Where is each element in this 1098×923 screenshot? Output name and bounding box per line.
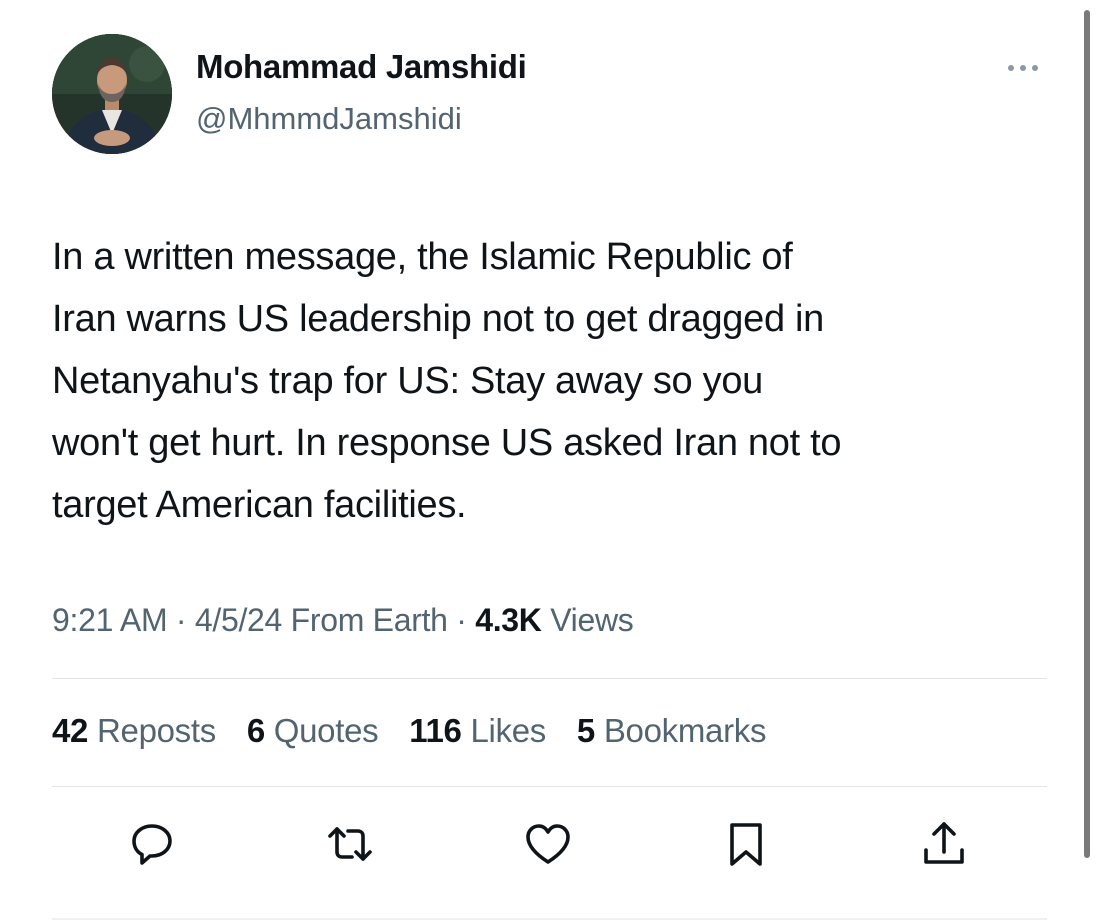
tweet-time[interactable]: 9:21 AM — [52, 602, 168, 638]
repost-icon[interactable] — [326, 820, 374, 868]
reposts-label: Reposts — [96, 712, 216, 749]
reposts-stat[interactable]: 42 Reposts — [52, 712, 216, 749]
heart-icon[interactable] — [524, 820, 572, 868]
tweet-meta: 9:21 AM · 4/5/24 From Earth · 4.3K Views — [52, 602, 634, 639]
action-bar — [0, 820, 1098, 870]
views-label: Views — [550, 602, 634, 638]
tweet-text: In a written message, the Islamic Republ… — [52, 236, 842, 526]
bookmarks-stat[interactable]: 5 Bookmarks — [576, 712, 767, 749]
reply-icon[interactable] — [128, 820, 176, 868]
meta-separator: · — [456, 602, 467, 638]
engagement-stats: 42 Reposts 6 Quotes 116 Likes 5 Bookmark… — [52, 712, 788, 750]
meta-separator: · — [175, 602, 187, 638]
avatar[interactable] — [52, 34, 172, 154]
author-handle[interactable]: @MhmmdJamshidi — [196, 101, 462, 137]
share-icon[interactable] — [920, 820, 968, 868]
likes-count: 116 — [409, 712, 462, 749]
tweet-source: From Earth — [290, 602, 448, 638]
divider — [52, 786, 1047, 787]
divider — [52, 918, 1047, 920]
likes-label: Likes — [470, 712, 547, 749]
scrollbar[interactable] — [1084, 10, 1090, 858]
bookmarks-label: Bookmarks — [603, 712, 767, 749]
quotes-count: 6 — [246, 712, 265, 749]
bookmarks-count: 5 — [576, 712, 595, 749]
author-name[interactable]: Mohammad Jamshidi — [196, 48, 527, 86]
bookmark-icon[interactable] — [722, 820, 770, 868]
tweet-date[interactable]: 4/5/24 — [195, 602, 282, 638]
likes-stat[interactable]: 116 Likes — [409, 712, 546, 749]
more-options-icon[interactable] — [1002, 58, 1044, 78]
reposts-count: 42 — [52, 712, 89, 749]
profile-photo-icon — [52, 34, 172, 154]
views-count: 4.3K — [475, 602, 542, 638]
quotes-stat[interactable]: 6 Quotes — [247, 712, 379, 749]
quotes-label: Quotes — [273, 712, 379, 749]
divider — [52, 678, 1047, 679]
